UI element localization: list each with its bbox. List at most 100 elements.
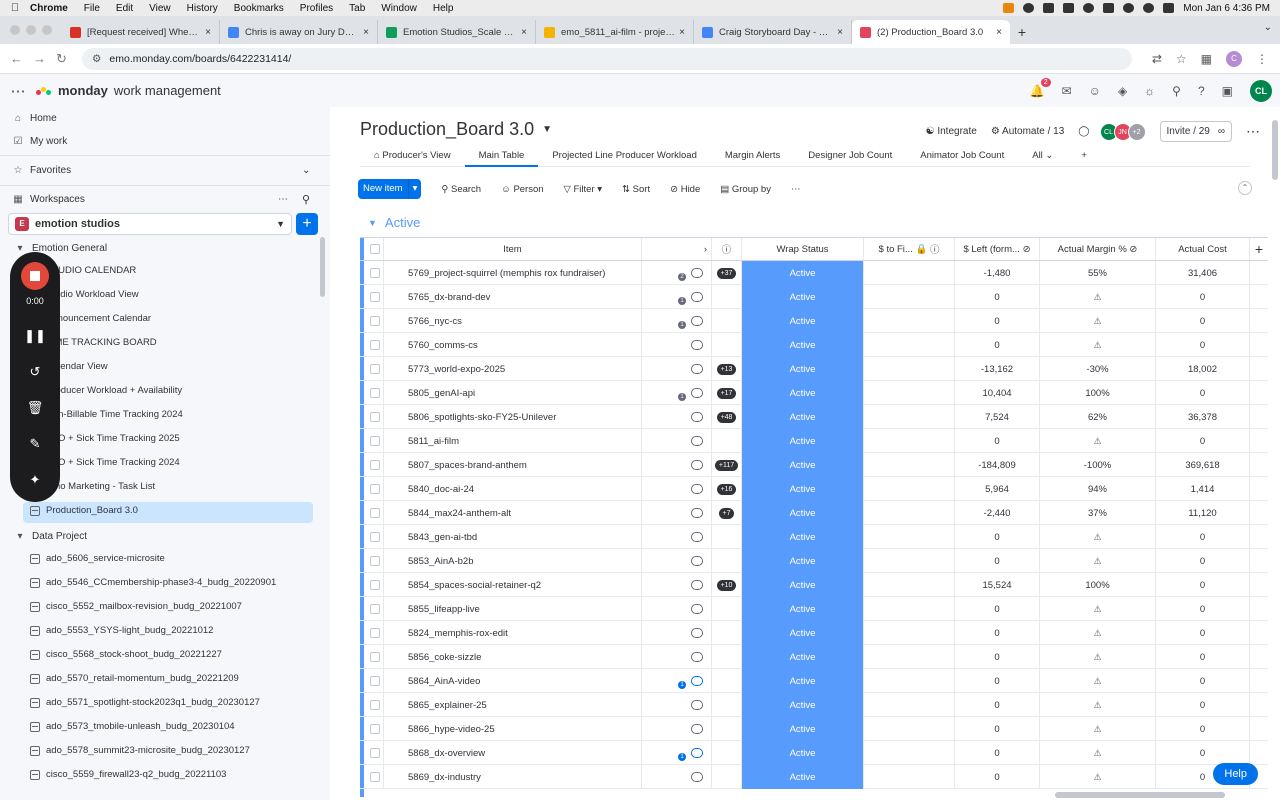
left-cell[interactable]: 0 xyxy=(955,645,1040,669)
updates-cell[interactable] xyxy=(642,477,712,501)
brightness-icon[interactable] xyxy=(1023,3,1035,13)
left-cell[interactable]: -1,480 xyxy=(955,261,1040,285)
item-name-cell[interactable]: 5855_lifeapp-live xyxy=(384,597,642,621)
to-finish-cell[interactable] xyxy=(864,693,955,717)
table-row[interactable]: 5864_AinA-video 1 Active 0 ⚠ 0 xyxy=(360,669,1268,693)
browser-menu-icon[interactable]: ⋮ xyxy=(1256,52,1268,66)
updates-cell[interactable] xyxy=(642,693,712,717)
wrap-status-cell[interactable]: Active xyxy=(742,741,864,765)
apps-grid-icon[interactable]: ⋯ xyxy=(0,82,36,100)
battery-icon[interactable] xyxy=(1103,3,1115,13)
left-cell[interactable]: -2,440 xyxy=(955,501,1040,525)
subitems-cell[interactable] xyxy=(712,429,742,453)
restart-icon[interactable]: ↺ xyxy=(30,354,41,390)
item-name-cell[interactable]: 5853_AinA-b2b xyxy=(384,549,642,573)
updates-cell[interactable] xyxy=(642,549,712,573)
margin-cell[interactable]: 100% xyxy=(1040,573,1156,597)
row-checkbox[interactable] xyxy=(360,741,384,765)
row-checkbox[interactable] xyxy=(360,645,384,669)
collapse-header-icon[interactable]: ⌃ xyxy=(1238,181,1252,195)
automate-button[interactable]: ⚙ Automate / 13 xyxy=(991,126,1064,137)
workspace-more-icon[interactable]: ⋯ xyxy=(278,194,288,205)
to-finish-cell[interactable] xyxy=(864,669,955,693)
view-tab[interactable]: All ⌄ xyxy=(1018,145,1067,167)
item-name-cell[interactable]: 5864_AinA-video xyxy=(384,669,642,693)
invite-button[interactable]: Invite / 29 ∞ xyxy=(1159,121,1232,142)
reload-icon[interactable]: ↻ xyxy=(56,51,67,67)
table-row[interactable]: 5843_gen-ai-tbd Active 0 ⚠ 0 xyxy=(360,525,1268,549)
forward-arrow-icon[interactable]: → xyxy=(33,51,46,67)
subitems-cell[interactable] xyxy=(712,333,742,357)
integrations-icon[interactable]: ☼ xyxy=(1144,84,1155,98)
table-row[interactable]: 5840_doc-ai-24 +16 Active 5,964 94% 1,414 xyxy=(360,477,1268,501)
folder-data-project[interactable]: ▾ Data Project xyxy=(14,531,87,542)
to-finish-cell[interactable] xyxy=(864,573,955,597)
wrap-status-cell[interactable]: Active xyxy=(742,357,864,381)
row-checkbox[interactable] xyxy=(360,405,384,429)
margin-cell[interactable]: -30% xyxy=(1040,357,1156,381)
item-name-cell[interactable]: 5805_genAI-api xyxy=(384,381,642,405)
page-scrollbar[interactable] xyxy=(1272,120,1278,180)
item-name-cell[interactable]: 5765_dx-brand-dev xyxy=(384,285,642,309)
to-finish-cell[interactable] xyxy=(864,357,955,381)
to-finish-cell[interactable] xyxy=(864,597,955,621)
table-row[interactable]: 5806_spotlights-sko-FY25-Unilever +48 Acti… xyxy=(360,405,1268,429)
extensions-icon[interactable]: ▦ xyxy=(1201,52,1212,66)
wrap-status-cell[interactable]: Active xyxy=(742,429,864,453)
left-cell[interactable]: 5,964 xyxy=(955,477,1040,501)
menu-window[interactable]: Window xyxy=(381,3,417,14)
wrap-status-cell[interactable]: Active xyxy=(742,645,864,669)
view-tab[interactable]: Main Table xyxy=(464,145,539,167)
subitems-cell[interactable] xyxy=(712,693,742,717)
to-finish-cell[interactable] xyxy=(864,645,955,669)
add-column-button[interactable]: + xyxy=(1250,238,1268,260)
board-title[interactable]: Production_Board 3.0 ▼ xyxy=(360,119,552,140)
select-all-checkbox[interactable] xyxy=(360,238,384,260)
margin-cell[interactable]: 62% xyxy=(1040,405,1156,429)
menu-edit[interactable]: Edit xyxy=(116,3,133,14)
cost-cell[interactable]: 0 xyxy=(1156,381,1250,405)
left-cell[interactable]: 0 xyxy=(955,525,1040,549)
control-center-icon[interactable] xyxy=(1163,3,1175,13)
subitems-cell[interactable] xyxy=(712,597,742,621)
browser-tab[interactable]: (2) Production_Board 3.0 × xyxy=(852,20,1010,44)
translate-icon[interactable]: ⇄ xyxy=(1152,52,1162,66)
subitems-cell[interactable]: +13 xyxy=(712,357,742,381)
column-header-item[interactable]: Item xyxy=(384,238,642,260)
cost-cell[interactable]: 0 xyxy=(1156,669,1250,693)
close-tab-icon[interactable]: × xyxy=(363,27,369,38)
minimize-window-button[interactable] xyxy=(26,25,36,35)
invite-members-icon[interactable]: ☺ xyxy=(1089,84,1101,98)
wrap-status-cell[interactable]: Active xyxy=(742,285,864,309)
wrap-status-cell[interactable]: Active xyxy=(742,405,864,429)
updates-cell[interactable] xyxy=(642,405,712,429)
sidebar-home[interactable]: ⌂ Home xyxy=(12,113,57,124)
pen-icon[interactable]: ✎ xyxy=(30,426,41,462)
wrap-status-cell[interactable]: Active xyxy=(742,501,864,525)
wrap-status-cell[interactable]: Active xyxy=(742,573,864,597)
column-header-subitems[interactable]: › xyxy=(642,238,712,260)
microphone-icon[interactable] xyxy=(1003,3,1015,13)
to-finish-cell[interactable] xyxy=(864,453,955,477)
updates-cell[interactable] xyxy=(642,717,712,741)
view-tab[interactable]: Margin Alerts xyxy=(711,145,794,167)
updates-cell[interactable] xyxy=(642,333,712,357)
row-checkbox[interactable] xyxy=(360,285,384,309)
updates-cell[interactable] xyxy=(642,453,712,477)
item-name-cell[interactable]: 5773_world-expo-2025 xyxy=(384,357,642,381)
close-tab-icon[interactable]: × xyxy=(996,27,1002,38)
table-row[interactable]: 5805_genAI-api 1 +17 Active 10,404 100% 0 xyxy=(360,381,1268,405)
row-checkbox[interactable] xyxy=(360,261,384,285)
wrap-status-cell[interactable]: Active xyxy=(742,693,864,717)
to-finish-cell[interactable] xyxy=(864,333,955,357)
column-header-margin[interactable]: Actual Margin % ⊘ xyxy=(1040,238,1156,260)
new-item-button[interactable]: New item ▾ xyxy=(358,179,422,199)
column-header-cost[interactable]: Actual Cost xyxy=(1156,238,1250,260)
column-info-icon[interactable]: ⓘ xyxy=(712,238,742,260)
row-checkbox[interactable] xyxy=(360,573,384,597)
table-row[interactable]: 5760_comms-cs Active 0 ⚠ 0 xyxy=(360,333,1268,357)
apple-icon[interactable]:  xyxy=(0,2,30,14)
user-avatar[interactable]: CL xyxy=(1250,79,1272,102)
row-checkbox[interactable] xyxy=(360,669,384,693)
row-checkbox[interactable] xyxy=(360,597,384,621)
